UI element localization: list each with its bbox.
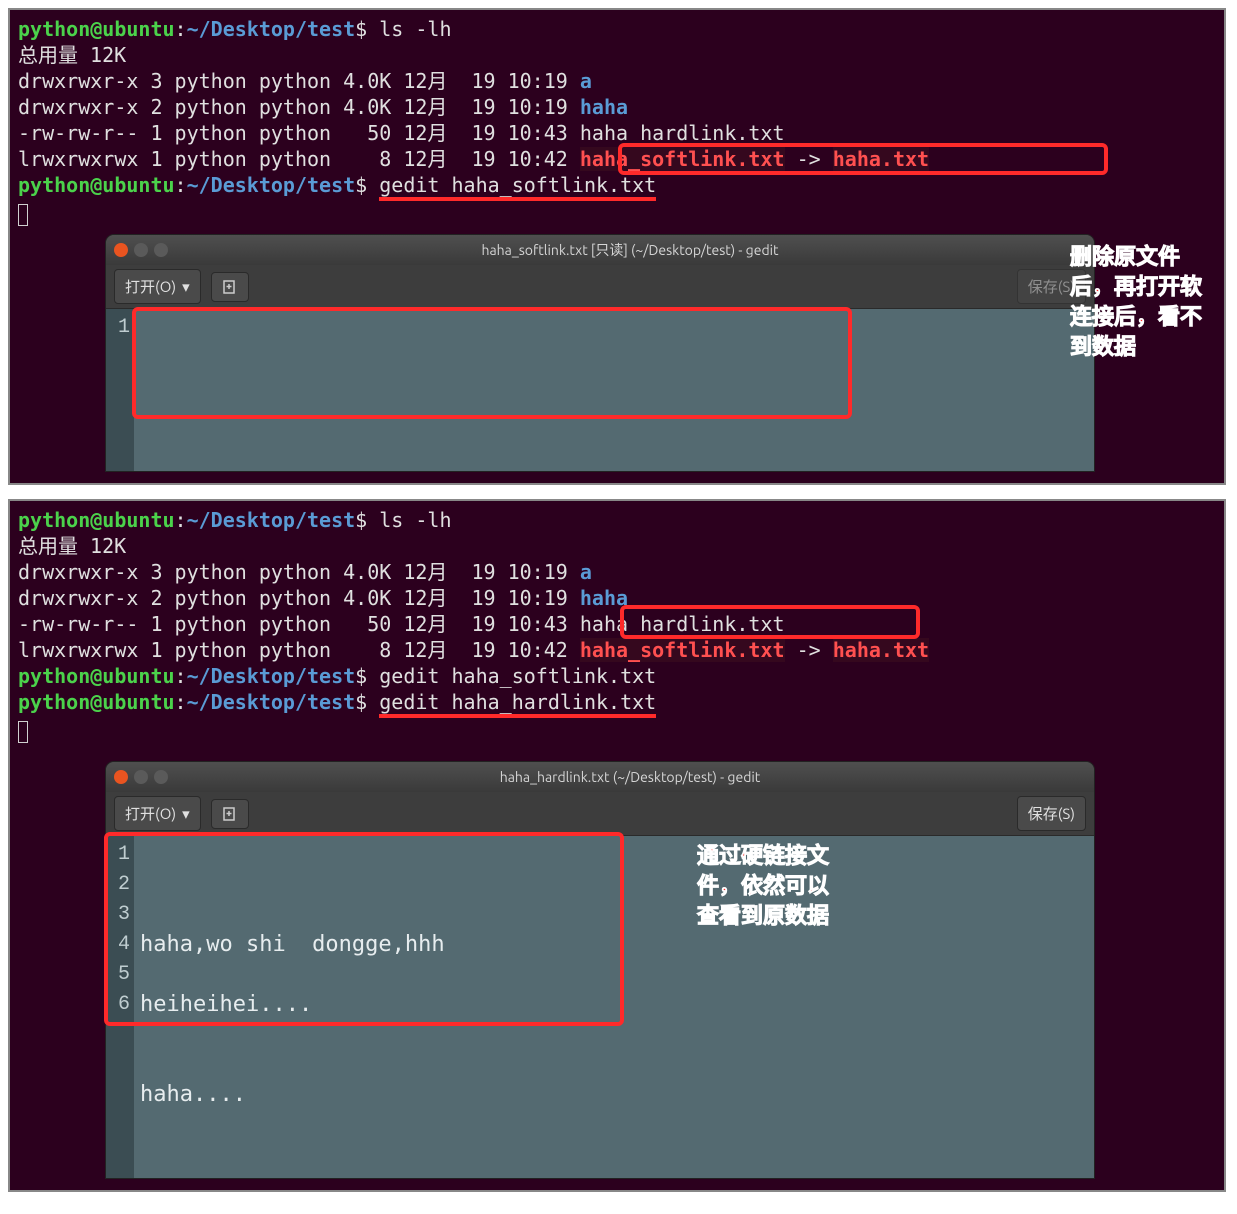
gedit-titlebar[interactable]: haha_hardlink.txt (~/Desktop/test) - ged… [106,762,1094,792]
gedit-body: 123456 haha,wo shi dongge,hhh heiheihei.… [106,836,1094,1178]
command-ls: ls -lh [379,508,451,532]
terminal-line[interactable]: python@ubuntu:~/Desktop/test$ ls -lh [18,507,1216,533]
command-gedit-softlink: gedit haha_softlink.txt [379,664,656,688]
gedit-window-hardlink[interactable]: haha_hardlink.txt (~/Desktop/test) - ged… [106,762,1094,1178]
window-title: haha_softlink.txt [只读] (~/Desktop/test) … [174,240,1086,260]
screenshot-panel-2: python@ubuntu:~/Desktop/test$ ls -lh 总用量… [8,499,1226,1192]
terminal-line[interactable]: python@ubuntu:~/Desktop/test$ gedit haha… [18,172,1216,201]
chevron-down-icon: ▾ [182,278,190,296]
command-ls: ls -lh [379,17,451,41]
editor-text-area[interactable] [134,309,1094,471]
command-gedit-hardlink: gedit haha_hardlink.txt [379,692,656,718]
line-number-gutter: 1 [106,309,134,471]
editor-text-area[interactable]: haha,wo shi dongge,hhh heiheihei.... hah… [134,836,1094,1178]
maximize-icon[interactable] [154,243,168,257]
minimize-icon[interactable] [134,243,148,257]
window-title: haha_hardlink.txt (~/Desktop/test) - ged… [174,769,1086,785]
editor-line [140,960,1088,990]
annotation-hardlink-has-data: 通过硬链接文 件，依然可以 查看到原数据 [697,841,829,931]
maximize-icon[interactable] [154,770,168,784]
terminal-total: 总用量 12K [18,42,1216,68]
terminal-line[interactable]: python@ubuntu:~/Desktop/test$ ls -lh [18,16,1216,42]
open-button[interactable]: 打开(O)▾ [114,796,201,831]
screenshot-panel-1: python@ubuntu:~/Desktop/test$ ls -lh 总用量… [8,8,1226,485]
ls-entry: drwxrwxr-x 2 python python 4.0K 12月 19 1… [18,585,1216,611]
gedit-titlebar[interactable]: haha_softlink.txt [只读] (~/Desktop/test) … [106,235,1094,265]
close-icon[interactable] [114,243,128,257]
terminal-total: 总用量 12K [18,533,1216,559]
new-tab-icon [222,806,238,822]
terminal-cursor [18,204,28,226]
save-button[interactable]: 保存(S) [1017,796,1086,831]
minimize-icon[interactable] [134,770,148,784]
open-button[interactable]: 打开(O)▾ [114,269,201,304]
terminal-line[interactable]: python@ubuntu:~/Desktop/test$ gedit haha… [18,689,1216,718]
gedit-body: 1 [106,309,1094,471]
editor-line: heiheihei.... [140,990,1088,1020]
ls-entry: drwxrwxr-x 3 python python 4.0K 12月 19 1… [18,68,1216,94]
gedit-toolbar: 打开(O)▾ 保存(S) [106,792,1094,836]
highlight-empty-content [132,307,852,419]
new-tab-button[interactable] [211,272,249,302]
annotation-softlink-empty: 删除原文件 后，再打开软 连接后，看不 到数据 [1070,242,1202,362]
ls-entry: lrwxrwxrwx 1 python python 8 12月 19 10:4… [18,146,1216,172]
new-tab-button[interactable] [211,799,249,829]
command-gedit-softlink: gedit haha_softlink.txt [379,175,656,201]
gedit-toolbar: 打开(O)▾ 保存(S) [106,265,1094,309]
chevron-down-icon: ▾ [182,805,190,823]
ls-entry: drwxrwxr-x 3 python python 4.0K 12月 19 1… [18,559,1216,585]
ls-entry: lrwxrwxrwx 1 python python 8 12月 19 10:4… [18,637,1216,663]
ls-entry: -rw-rw-r-- 1 python python 50 12月 19 10:… [18,120,1216,146]
ls-entry: -rw-rw-r-- 1 python python 50 12月 19 10:… [18,611,1216,637]
line-number-gutter: 123456 [106,836,134,1178]
gedit-window-softlink[interactable]: haha_softlink.txt [只读] (~/Desktop/test) … [106,235,1094,471]
editor-line: haha,wo shi dongge,hhh [140,930,1088,960]
new-tab-icon [222,279,238,295]
close-icon[interactable] [114,770,128,784]
terminal-cursor [18,721,28,743]
prompt-user: python@ubuntu [18,17,175,41]
editor-line: haha.... [140,1080,1088,1110]
editor-line [140,1020,1088,1050]
terminal-line[interactable]: python@ubuntu:~/Desktop/test$ gedit haha… [18,663,1216,689]
prompt-path: ~/Desktop/test [187,17,356,41]
editor-line [140,1050,1088,1080]
ls-entry: drwxrwxr-x 2 python python 4.0K 12月 19 1… [18,94,1216,120]
